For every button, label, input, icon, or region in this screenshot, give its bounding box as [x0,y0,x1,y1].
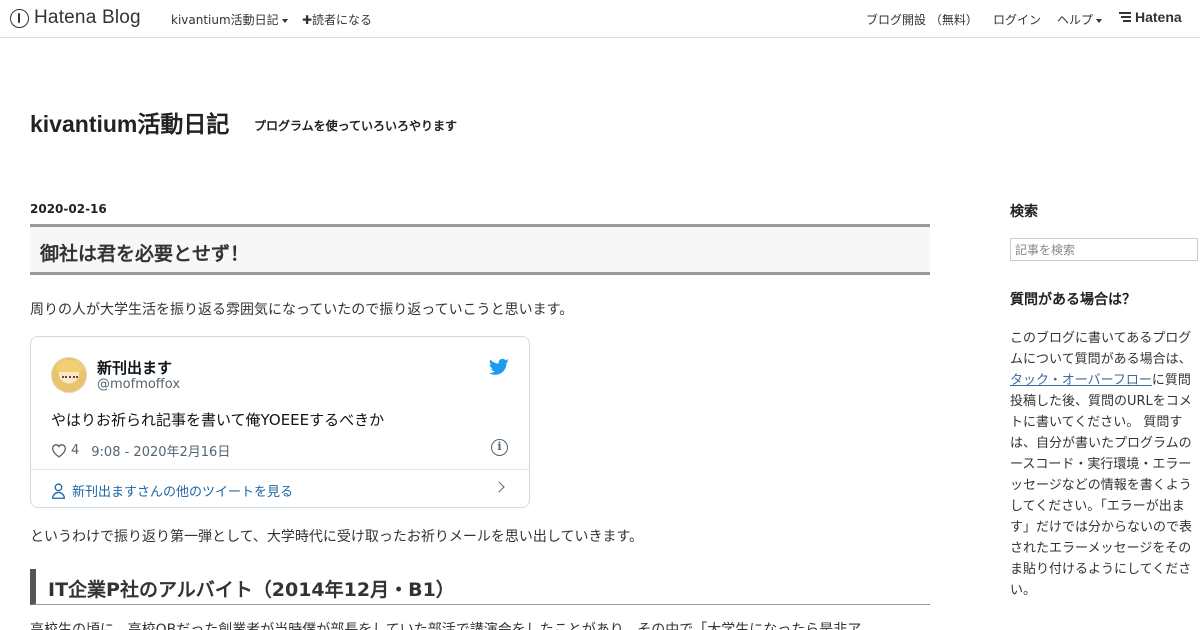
entry-title-box: 御社は君を必要とせず！ [30,224,930,275]
tweet-text: やはりお祈られ記事を書いて俺YOEEEするべきか [51,411,385,429]
sidebar-text-line: い。 [1010,583,1037,598]
heart-icon[interactable] [51,443,67,458]
tweet-more-label: 新刊出ますさんの他のツイートを見る [72,485,294,500]
tweet-like-count: 4 [71,443,80,458]
info-icon[interactable]: i [491,439,508,456]
blog-menu[interactable]: kivantium活動日記 [171,11,288,28]
section-paragraph: 高校生の頃に、高校OBだった創業者が当時僕が部長をしていた部活で講演会をしたこと… [30,622,862,630]
sidebar-search-heading: 検索 [1010,204,1038,220]
blog-description: プログラムを使っていろいろやります [254,119,458,133]
top-navbar: Hatena Blog kivantium活動日記 ✚読者になる ブログ開設 （… [0,0,1200,38]
entry-paragraph: というわけで振り返り第一弾として、大学時代に受け取ったお祈りメールを思い出してい… [30,529,644,545]
avatar[interactable] [51,357,87,393]
login-link[interactable]: ログイン [993,11,1041,28]
hatena-blog-mark-icon [10,8,29,28]
twitter-bird-icon[interactable] [489,358,509,376]
help-label: ヘルプ [1057,13,1094,27]
sidebar-question-heading: 質問がある場合は？ [1010,292,1136,308]
embedded-tweet[interactable]: 新刊出ます @mofmoffox やはりお祈られ記事を書いて俺YOEEEするべき… [30,336,530,508]
tweet-timestamp[interactable]: 9:08 - 2020年2月16日 [91,441,230,460]
login-label: ログイン [993,13,1042,27]
caret-down-icon [1096,18,1103,23]
sidebar-link-suffix: に質問 [1151,373,1191,388]
section-heading-box: IT企業P社のアルバイト（2014年12月・B1） [30,569,930,605]
search-input[interactable] [1010,238,1198,261]
subscribe-label: ✚読者になる [302,13,373,27]
brand-text: Hatena Blog [34,7,141,28]
hatena-logo[interactable]: Hatena [1119,9,1182,25]
caret-down-icon [281,18,288,23]
hatena-lines-icon [1119,12,1131,22]
sidebar-text-line: ースコード・実行環境・エラー [1010,457,1192,472]
sidebar-text-line: 投稿した後、質問のURLをコメ [1010,394,1192,409]
entry-date[interactable]: 2020-02-16 [30,202,107,216]
chevron-right-icon[interactable] [493,481,505,493]
subscribe-button[interactable]: ✚読者になる [302,11,372,28]
tweet-more-link[interactable]: 新刊出ますさんの他のツイートを見る [51,481,293,500]
sidebar-text-line: されたエラーメッセージをその [1010,541,1192,556]
stack-overflow-link[interactable]: タック・オーバーフロー [1010,373,1152,388]
sidebar-text-line: トに書いてください。 質問す [1010,415,1183,430]
start-blog-link[interactable]: ブログ開設 （無料） [866,11,978,28]
entry-title[interactable]: 御社は君を必要とせず！ [40,239,249,266]
tweet-author-handle[interactable]: @mofmoffox [97,377,180,392]
sidebar-text-line: ま貼り付けるようにしてくださ [1010,562,1192,577]
sidebar-text-line: す」だけでは分からないので表 [1010,520,1193,535]
person-icon [52,482,65,499]
sidebar-text-line: は、自分が書いたプログラムの [1010,436,1192,451]
sidebar-text-line-with-link: タック・オーバーフローに質問 [1010,369,1191,388]
sidebar-text-line: してください。「エラーが出ま [1010,499,1185,514]
tweet-divider [31,469,529,470]
hatena-text: Hatena [1135,9,1182,25]
tweet-author-name[interactable]: 新刊出ます [97,357,172,378]
hatena-blog-logo[interactable]: Hatena Blog [10,7,141,29]
tweet-meta: 4 9:08 - 2020年2月16日 [51,441,230,460]
start-blog-label: ブログ開設 （無料） [866,13,978,27]
entry-intro: 周りの人が大学生活を振り返る雰囲気になっていたので振り返っていこうと思います。 [30,302,574,318]
blog-title[interactable]: kivantium活動日記 [30,105,229,139]
sidebar-text-line: ッセージなどの情報を書くよう [1010,478,1192,493]
sidebar-text-line: ムについて質問がある場合は、 [1010,352,1192,367]
help-menu[interactable]: ヘルプ [1057,11,1103,28]
section-heading: IT企業P社のアルバイト（2014年12月・B1） [48,579,455,601]
blog-menu-label: kivantium活動日記 [171,13,279,27]
sidebar-text-line: このブログに書いてあるプログ [1010,331,1192,346]
